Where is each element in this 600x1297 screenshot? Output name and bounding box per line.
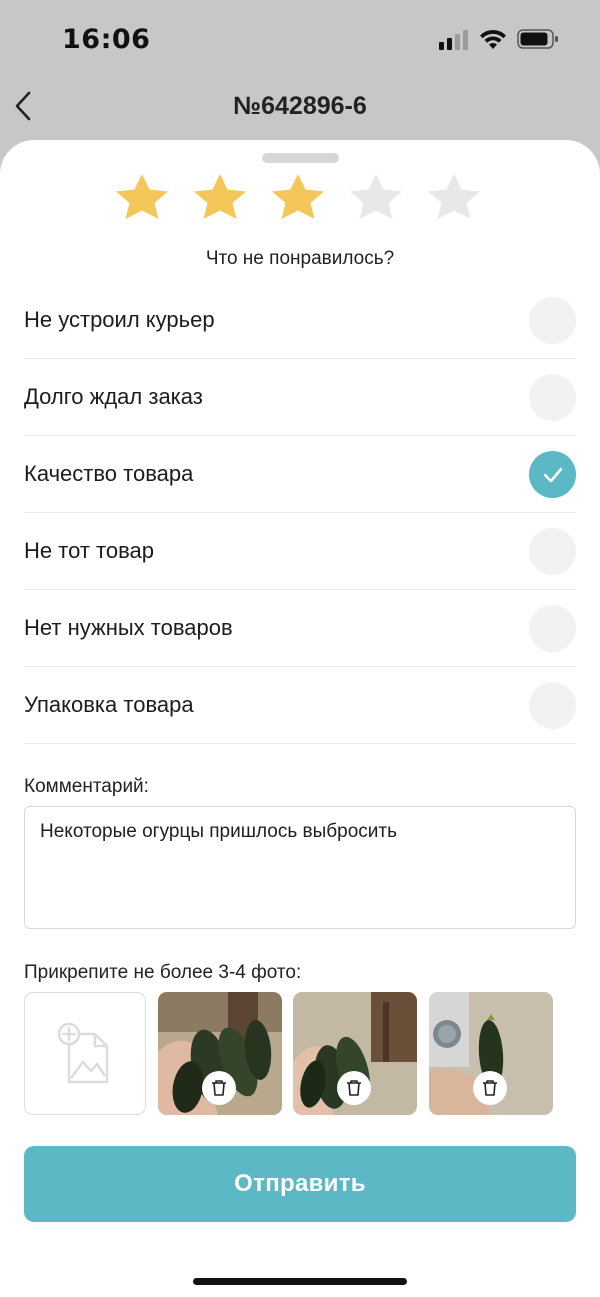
star-3[interactable] [266,172,330,220]
reason-checkbox[interactable] [529,451,576,498]
feedback-sheet: Что не понравилось? Не устроил курьер Дол… [0,140,600,1297]
star-icon [428,174,480,219]
reason-checkbox[interactable] [529,297,576,344]
order-number-title: №642896-6 [233,92,367,120]
sheet-drag-handle[interactable] [262,153,339,163]
battery-icon [517,29,558,49]
trash-icon [483,1080,497,1096]
star-icon [350,174,402,219]
reason-row[interactable]: Не устроил курьер [24,282,576,359]
photos-label: Прикрепите не более 3-4 фото: [24,962,302,983]
photo-thumbnail-3[interactable] [429,992,553,1115]
photo-thumbnail-2[interactable] [293,992,417,1115]
reason-row[interactable]: Долго ждал заказ [24,359,576,436]
star-icon [194,174,246,219]
star-5[interactable] [422,172,486,220]
reason-checkbox[interactable] [529,605,576,652]
star-2[interactable] [188,172,252,220]
home-indicator [193,1278,407,1285]
trash-icon [347,1080,361,1096]
question-heading: Что не понравилось? [205,248,395,269]
add-image-icon [57,1022,109,1083]
star-icon [272,174,324,219]
reason-checkbox[interactable] [529,528,576,575]
star-icon [116,174,168,219]
navigation-bar: №642896-6 [0,80,600,140]
reasons-list: Не устроил курьер Долго ждал заказ Качеств… [24,282,576,744]
delete-photo-button[interactable] [337,1071,371,1105]
delete-photo-button[interactable] [202,1071,236,1105]
trash-icon [212,1080,226,1096]
reason-row[interactable]: Качество товара [24,436,576,513]
reason-checkbox[interactable] [529,374,576,421]
add-photo-button[interactable] [24,992,146,1115]
reason-row[interactable]: Упаковка товара [24,667,576,744]
checkmark-icon [543,467,562,482]
wifi-icon [480,29,506,49]
reason-label: Качество товара [24,461,194,486]
comment-label: Комментарий: [24,776,149,797]
star-4[interactable] [344,172,408,220]
reason-label: Нет нужных товаров [24,615,233,640]
reason-row[interactable]: Не тот товар [24,513,576,590]
comment-text: Некоторые огурцы пришлось выбросить [40,821,397,842]
status-time: 16:06 [62,24,151,55]
submit-button[interactable]: Отправить [24,1146,576,1222]
photo-thumbnail-1[interactable] [158,992,282,1115]
cellular-signal-icon [439,30,469,50]
star-1[interactable] [110,172,174,220]
reason-row[interactable]: Нет нужных товаров [24,590,576,667]
reason-checkbox[interactable] [529,682,576,729]
status-bar: 16:06 [0,0,600,80]
delete-photo-button[interactable] [473,1071,507,1105]
reason-label: Долго ждал заказ [24,384,203,409]
reason-label: Упаковка товара [24,692,194,717]
comment-input[interactable]: Некоторые огурцы пришлось выбросить [24,806,576,929]
star-rating [110,172,490,220]
reason-label: Не устроил курьер [24,307,215,332]
reason-label: Не тот товар [24,538,154,563]
